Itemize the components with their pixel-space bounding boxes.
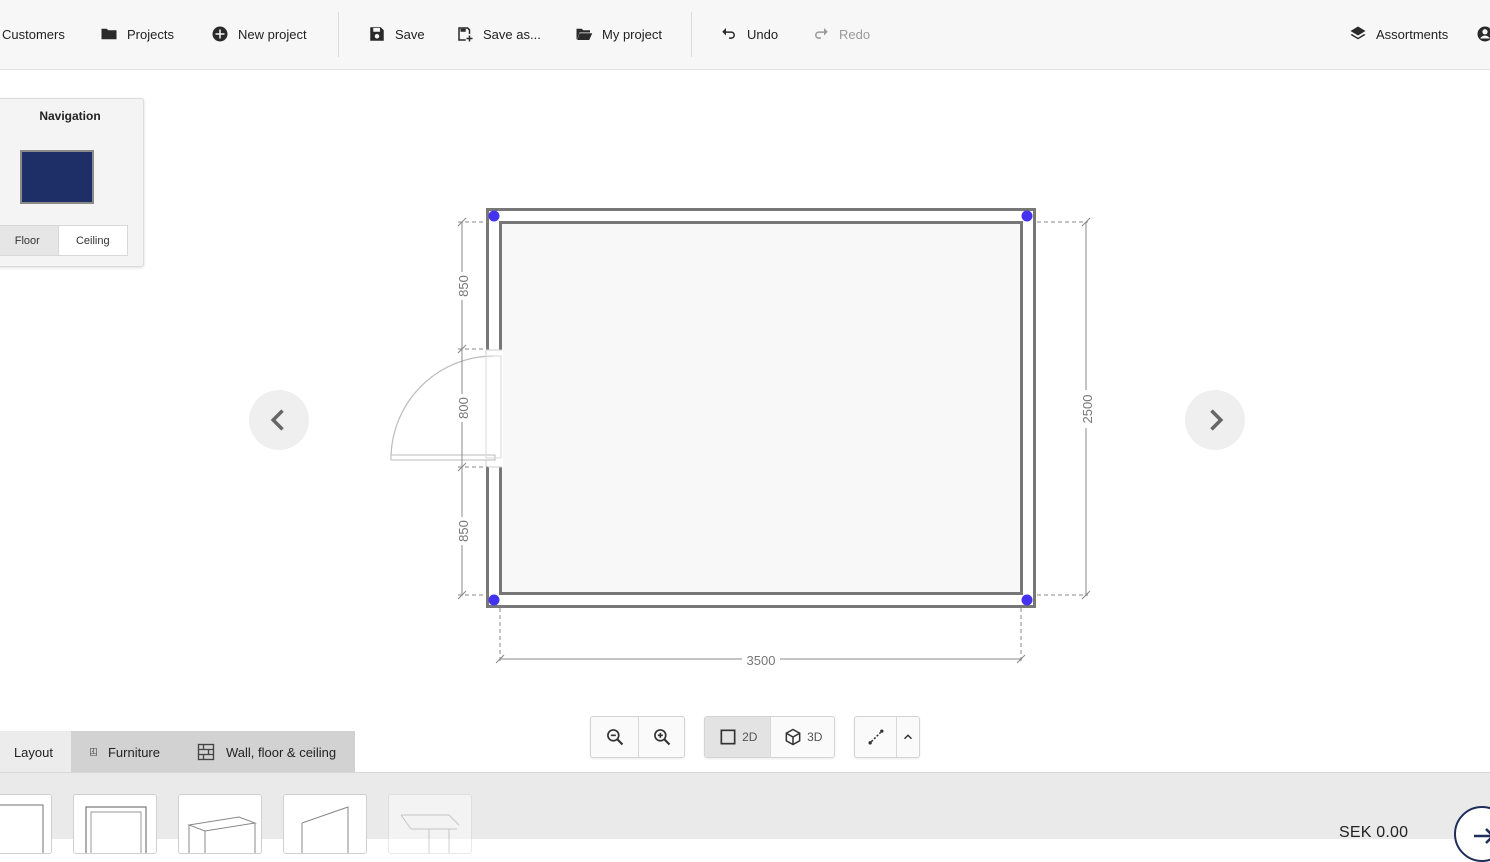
chevron-left-icon: [265, 406, 293, 434]
cube-icon: [783, 727, 803, 747]
tab-floor[interactable]: Floor: [0, 226, 58, 255]
tab-wall-floor-ceiling-label: Wall, floor & ceiling: [226, 745, 336, 760]
wardrobe-icon: [89, 742, 98, 762]
view-3d-button[interactable]: 3D: [770, 717, 834, 757]
previous-button[interactable]: [249, 390, 309, 450]
shelf-item-window[interactable]: [73, 794, 157, 854]
chevron-up-icon: [901, 730, 915, 744]
door-swing-arc: [391, 356, 494, 459]
corner-handle[interactable]: [1022, 595, 1033, 606]
view-3d-label: 3D: [807, 730, 822, 744]
continue-button[interactable]: [1454, 806, 1490, 862]
view-2d-button[interactable]: 2D: [705, 717, 770, 757]
bottom-tab-bar: Layout Furniture Wall, floor & ceiling: [0, 731, 355, 773]
floor-plan-canvas[interactable]: 850 800 850 2500 3500: [0, 0, 1490, 839]
zoom-in-icon: [652, 727, 672, 747]
measure-tool-group: [854, 716, 920, 758]
tab-layout[interactable]: Layout: [0, 731, 71, 773]
measure-line-icon: [866, 727, 886, 747]
shelf-item-corner[interactable]: [388, 794, 472, 854]
door-leaf[interactable]: [391, 455, 495, 460]
navigation-tabs: Floor Ceiling: [0, 225, 128, 256]
shelf-item-block[interactable]: [178, 794, 262, 854]
view-mode-toggle: 2D 3D: [704, 716, 835, 758]
corner-shape-icon: [389, 795, 472, 854]
window-icon: [74, 795, 157, 854]
shelf-item-room[interactable]: [0, 794, 52, 854]
floor-area[interactable]: [502, 224, 1020, 592]
chevron-right-icon: [1201, 406, 1229, 434]
item-shelf: SEK 0.00: [0, 772, 1490, 839]
corner-handle[interactable]: [1022, 211, 1033, 222]
tab-layout-label: Layout: [14, 745, 53, 760]
navigation-panel: Navigation Floor Ceiling: [0, 98, 144, 267]
dim-left-bottom: 850: [456, 520, 471, 542]
zoom-in-button[interactable]: [638, 717, 684, 757]
dim-bottom: 3500: [747, 653, 776, 668]
tab-ceiling[interactable]: Ceiling: [58, 226, 127, 255]
shelf-item-wall-panel[interactable]: [283, 794, 367, 854]
box-icon: [179, 795, 262, 854]
room-shape-icon: [0, 795, 52, 854]
tab-furniture[interactable]: Furniture: [71, 731, 178, 773]
dim-left-top: 850: [456, 275, 471, 297]
zoom-controls: [590, 716, 685, 758]
navigation-title: Navigation: [0, 109, 143, 123]
wall-panel-icon: [284, 795, 367, 854]
arrow-right-icon: [1466, 816, 1490, 856]
zoom-out-button[interactable]: [591, 717, 638, 757]
zoom-out-icon: [605, 727, 625, 747]
next-button[interactable]: [1185, 390, 1245, 450]
view-2d-label: 2D: [742, 730, 757, 744]
corner-handle[interactable]: [489, 595, 500, 606]
door-opening[interactable]: [485, 350, 503, 467]
total-price: SEK 0.00: [1339, 824, 1408, 842]
dim-door: 800: [456, 397, 471, 419]
measure-button[interactable]: [855, 717, 896, 757]
brick-wall-icon: [196, 742, 216, 762]
layout-icon: [0, 742, 4, 762]
tab-wall-floor-ceiling[interactable]: Wall, floor & ceiling: [178, 731, 355, 773]
tab-furniture-label: Furniture: [108, 745, 160, 760]
corner-handle[interactable]: [489, 211, 500, 222]
dim-right: 2500: [1080, 395, 1095, 424]
navigation-thumbnail[interactable]: [20, 150, 94, 204]
expand-tools-button[interactable]: [896, 717, 919, 757]
square-icon: [718, 727, 738, 747]
